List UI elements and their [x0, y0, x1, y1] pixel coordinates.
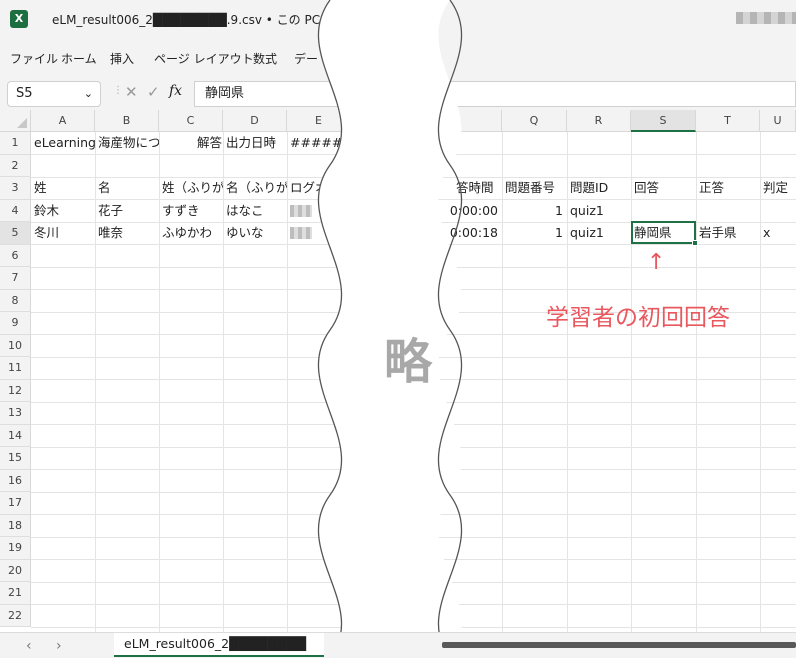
- omission-mark: 略: [384, 334, 433, 390]
- annotation-label: 学習者の初回回答: [546, 305, 730, 331]
- chevron-right-icon[interactable]: ›: [56, 638, 62, 654]
- sheet-tab-bar: ‹ › eLM_result006_2████████: [0, 632, 796, 658]
- up-arrow-icon: ↑: [647, 250, 666, 275]
- sheet-tab[interactable]: eLM_result006_2████████: [114, 633, 324, 657]
- chevron-left-icon[interactable]: ‹: [26, 638, 32, 654]
- horizontal-scrollbar[interactable]: [442, 642, 796, 648]
